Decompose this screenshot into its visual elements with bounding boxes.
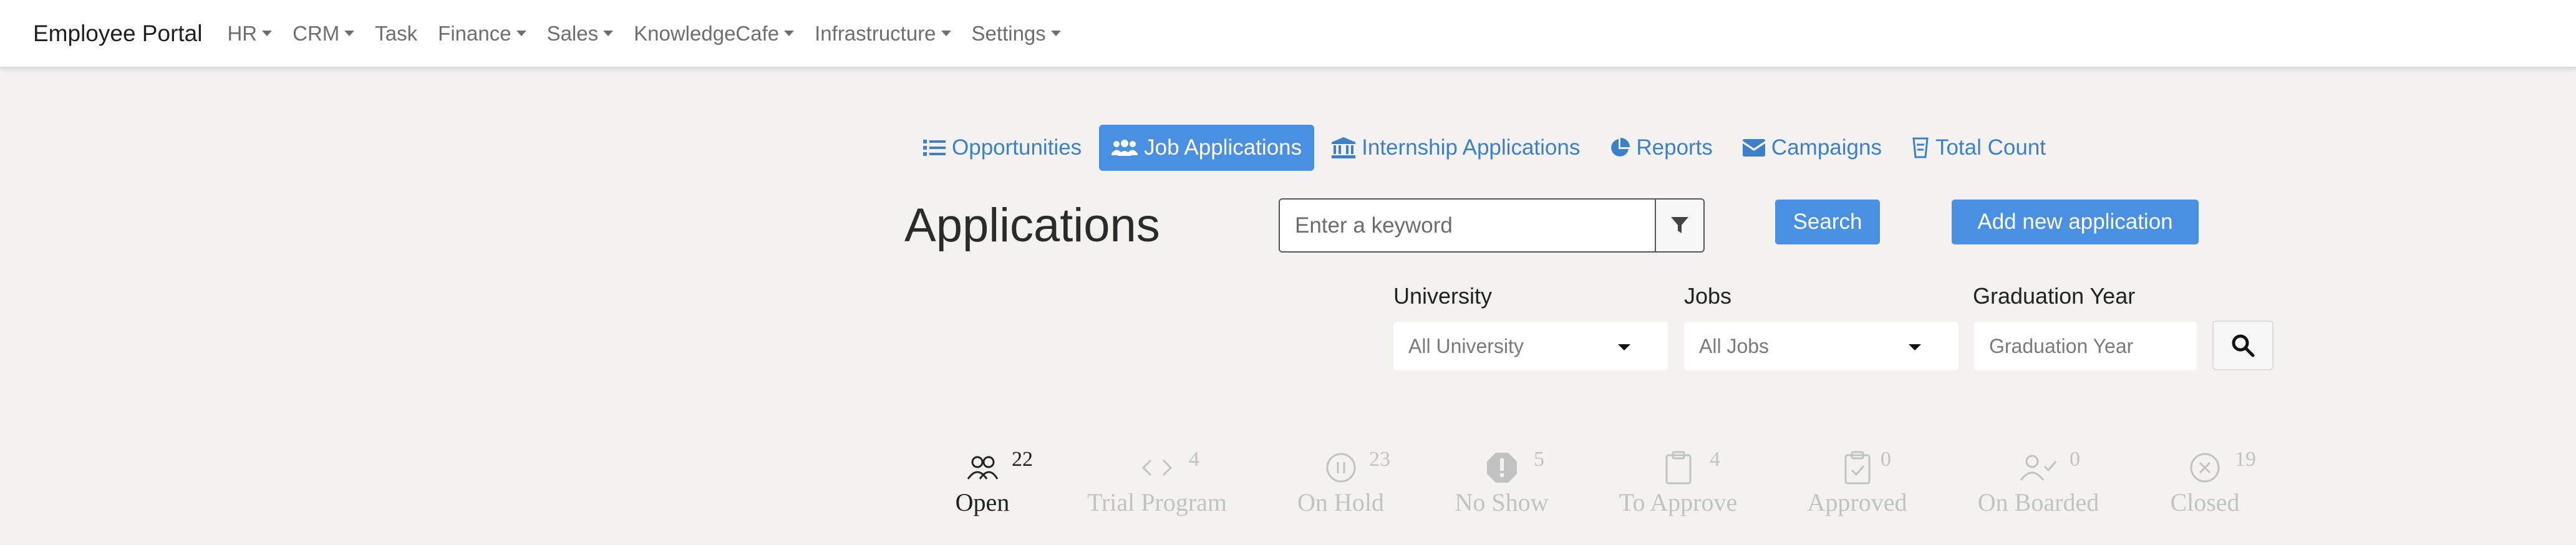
section-tabs: Opportunities Job Applications Internshi… — [911, 125, 2063, 171]
page-title: Applications — [904, 199, 1160, 252]
nav-item-task[interactable]: Task — [375, 22, 417, 46]
nav-item-infrastructure[interactable]: Infrastructure — [815, 22, 951, 46]
pie-chart-icon — [1611, 138, 1630, 157]
status-count: 4 — [1189, 448, 1199, 471]
search-icon — [2232, 334, 2255, 357]
status-approved[interactable]: Approved 0 — [1806, 448, 1909, 517]
code-icon — [1141, 459, 1173, 476]
status-on-boarded[interactable]: On Boarded 0 — [1976, 448, 2101, 517]
status-on-hold[interactable]: On Hold 23 — [1295, 448, 1390, 517]
users-outline-icon — [967, 456, 999, 480]
nav-item-hr[interactable]: HR — [227, 22, 273, 46]
top-navbar: Employee Portal HR CRM Task Finance Sale… — [0, 0, 2576, 68]
list-icon — [923, 140, 946, 156]
graduation-year-placeholder: Graduation Year — [1989, 334, 2134, 357]
users-icon — [1111, 140, 1138, 156]
caret-down-icon — [262, 31, 273, 36]
apply-filters-button[interactable] — [2212, 321, 2273, 370]
university-select[interactable]: All University — [1393, 322, 1668, 370]
tab-internship-applications[interactable]: Internship Applications — [1319, 125, 1592, 171]
status-count: 4 — [1710, 448, 1720, 471]
jobs-select-value: All Jobs — [1699, 334, 1770, 357]
search-button[interactable]: Search — [1775, 200, 1880, 244]
tab-campaigns[interactable]: Campaigns — [1730, 125, 1894, 171]
status-count: 22 — [1012, 448, 1033, 471]
nav-item-finance[interactable]: Finance — [438, 22, 526, 46]
filter-toggle-button[interactable] — [1655, 200, 1703, 251]
university-select-value: All University — [1408, 334, 1524, 357]
university-icon — [1332, 137, 1356, 158]
envelope-icon — [1742, 139, 1765, 157]
search-group — [1279, 198, 1705, 253]
status-count: 0 — [1881, 448, 1891, 471]
tab-total-count[interactable]: Total Count — [1899, 125, 2058, 171]
caret-down-icon — [516, 31, 526, 36]
status-to-approve[interactable]: To Approve 4 — [1617, 448, 1739, 517]
tab-opportunities[interactable]: Opportunities — [911, 125, 1094, 171]
clipboard-icon — [1665, 451, 1691, 485]
x-circle-icon — [2190, 453, 2220, 483]
status-count: 19 — [2235, 448, 2256, 471]
tab-reports[interactable]: Reports — [1597, 125, 1725, 171]
jobs-filter-label: Jobs — [1684, 283, 1732, 309]
university-filter-label: University — [1393, 283, 1493, 309]
status-open[interactable]: Open 22 — [954, 448, 1033, 517]
caret-down-icon — [344, 31, 355, 36]
nav-item-crm[interactable]: CRM — [293, 22, 355, 46]
nav-item-settings[interactable]: Settings — [972, 22, 1061, 46]
status-no-show[interactable]: No Show 5 — [1453, 448, 1550, 517]
alert-octagon-icon — [1486, 453, 1517, 483]
add-new-application-button[interactable]: Add new application — [1952, 200, 2199, 244]
caret-down-icon — [1618, 344, 1630, 350]
status-count: 5 — [1534, 448, 1544, 471]
status-count: 23 — [1369, 448, 1390, 471]
tab-job-applications[interactable]: Job Applications — [1099, 125, 1315, 171]
nav-item-knowledgecafe[interactable]: KnowledgeCafe — [634, 22, 795, 46]
caret-down-icon — [784, 31, 795, 36]
status-trial-program[interactable]: Trial Program 4 — [1085, 448, 1229, 517]
status-closed[interactable]: Closed 19 — [2167, 448, 2256, 517]
caret-down-icon — [1909, 344, 1921, 350]
pause-circle-icon — [1326, 453, 1355, 483]
graduation-year-filter-label: Graduation Year — [1973, 283, 2136, 309]
clipboard-check-icon — [1844, 451, 1870, 485]
user-check-icon — [2020, 455, 2057, 481]
caret-down-icon — [1050, 31, 1061, 36]
brand-link[interactable]: Employee Portal — [33, 21, 202, 47]
jobs-select[interactable]: All Jobs — [1684, 322, 1959, 370]
badge-icon — [1912, 137, 1929, 158]
caret-down-icon — [603, 31, 614, 36]
filter-icon — [1671, 216, 1688, 233]
graduation-year-input[interactable]: Graduation Year — [1974, 322, 2197, 370]
caret-down-icon — [941, 31, 951, 36]
nav-item-sales[interactable]: Sales — [547, 22, 614, 46]
status-count: 0 — [2070, 448, 2080, 471]
search-input[interactable] — [1280, 200, 1655, 251]
